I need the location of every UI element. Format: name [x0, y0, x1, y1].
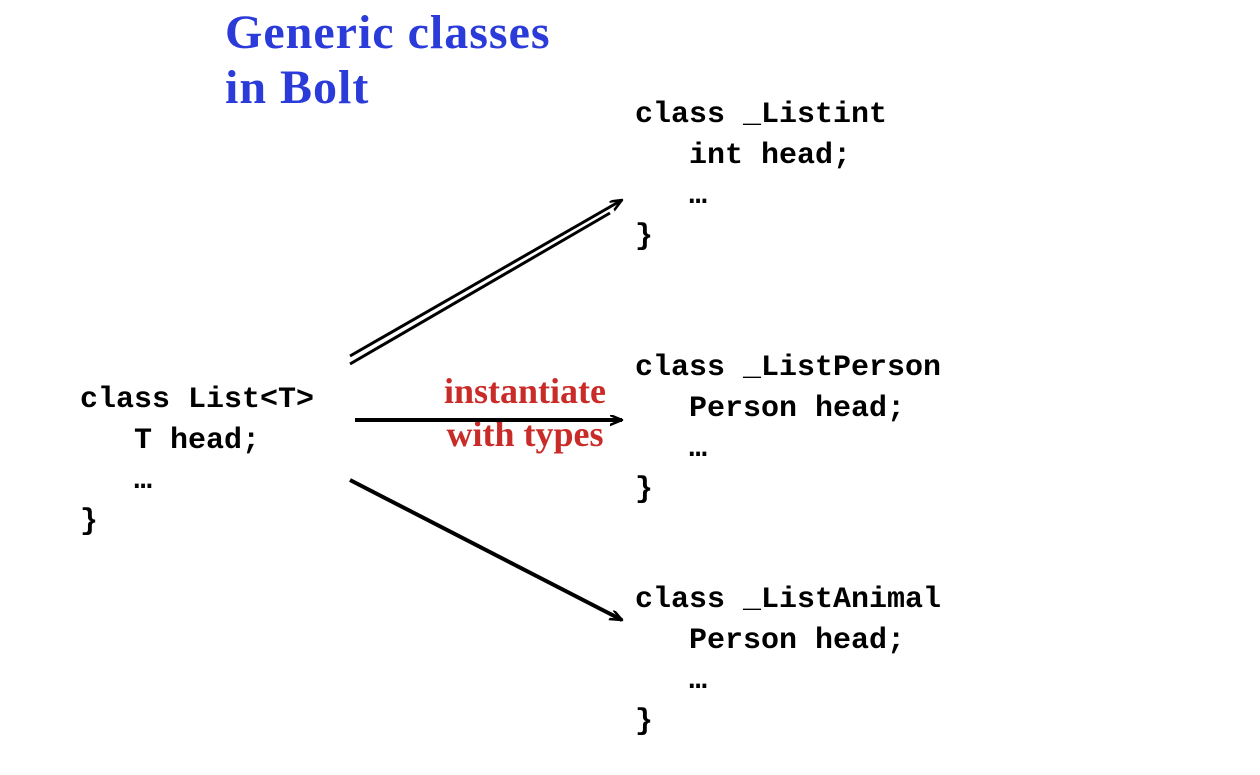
inst1-line-4: } — [635, 473, 653, 507]
instantiated-int-block: class _Listint int head; … } — [635, 95, 887, 257]
inst0-line-3: … — [635, 179, 707, 213]
inst2-line-2: Person head; — [635, 624, 905, 658]
annotation-label: instantiate with types — [395, 370, 655, 456]
generic-line-2: T head; — [80, 424, 260, 458]
generic-line-4: } — [80, 505, 98, 539]
generic-class-block: class List<T> T head; … } — [80, 380, 314, 542]
inst2-line-4: } — [635, 705, 653, 739]
generic-line-1: class List<T> — [80, 383, 314, 417]
inst0-line-4: } — [635, 220, 653, 254]
inst2-line-1: class _ListAnimal — [635, 583, 941, 617]
generic-line-3: … — [80, 464, 152, 498]
annotation-line-2: with types — [446, 414, 603, 454]
inst0-line-2: int head; — [635, 139, 851, 173]
arrow-to-animal — [350, 480, 622, 620]
instantiated-animal-block: class _ListAnimal Person head; … } — [635, 580, 941, 742]
inst1-line-1: class _ListPerson — [635, 351, 941, 385]
instantiated-person-block: class _ListPerson Person head; … } — [635, 348, 941, 510]
inst1-line-2: Person head; — [635, 392, 905, 426]
inst2-line-3: … — [635, 664, 707, 698]
inst0-line-1: class _Listint — [635, 98, 887, 132]
diagram-title: Generic classes in Bolt — [225, 5, 551, 115]
arrow-to-int — [350, 200, 622, 364]
title-line-2: in Bolt — [225, 61, 369, 114]
annotation-line-1: instantiate — [444, 371, 606, 411]
title-line-1: Generic classes — [225, 6, 551, 59]
